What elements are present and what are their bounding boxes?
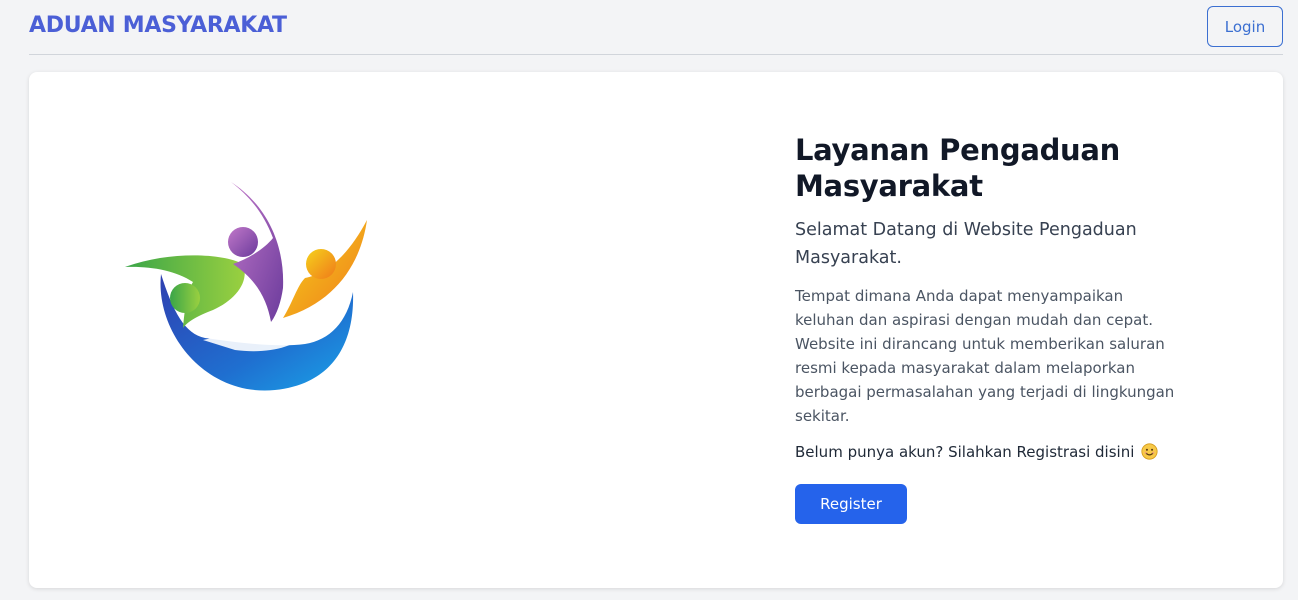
smiling-face-icon <box>1141 443 1158 460</box>
register-prompt-text: Belum punya akun? Silahkan Registrasi di… <box>795 443 1135 461</box>
hero-subtitle: Selamat Datang di Website Pengaduan Masy… <box>795 220 1137 268</box>
login-button[interactable]: Login <box>1207 6 1283 47</box>
hero-card: Layanan Pengaduan Masyarakat Selamat Dat… <box>29 72 1283 588</box>
community-hands-logo <box>125 182 375 397</box>
register-prompt: Belum punya akun? Silahkan Registrasi di… <box>795 440 1187 464</box>
hero-content: Layanan Pengaduan Masyarakat Selamat Dat… <box>795 132 1187 524</box>
brand-title[interactable]: ADUAN MASYARAKAT <box>29 13 287 38</box>
hero-description: Tempat dimana Anda dapat menyampaikan ke… <box>795 287 1175 425</box>
hero-title: Layanan Pengaduan Masyarakat <box>795 133 1121 203</box>
navbar: ADUAN MASYARAKAT Login <box>29 0 1283 55</box>
register-button[interactable]: Register <box>795 484 907 524</box>
